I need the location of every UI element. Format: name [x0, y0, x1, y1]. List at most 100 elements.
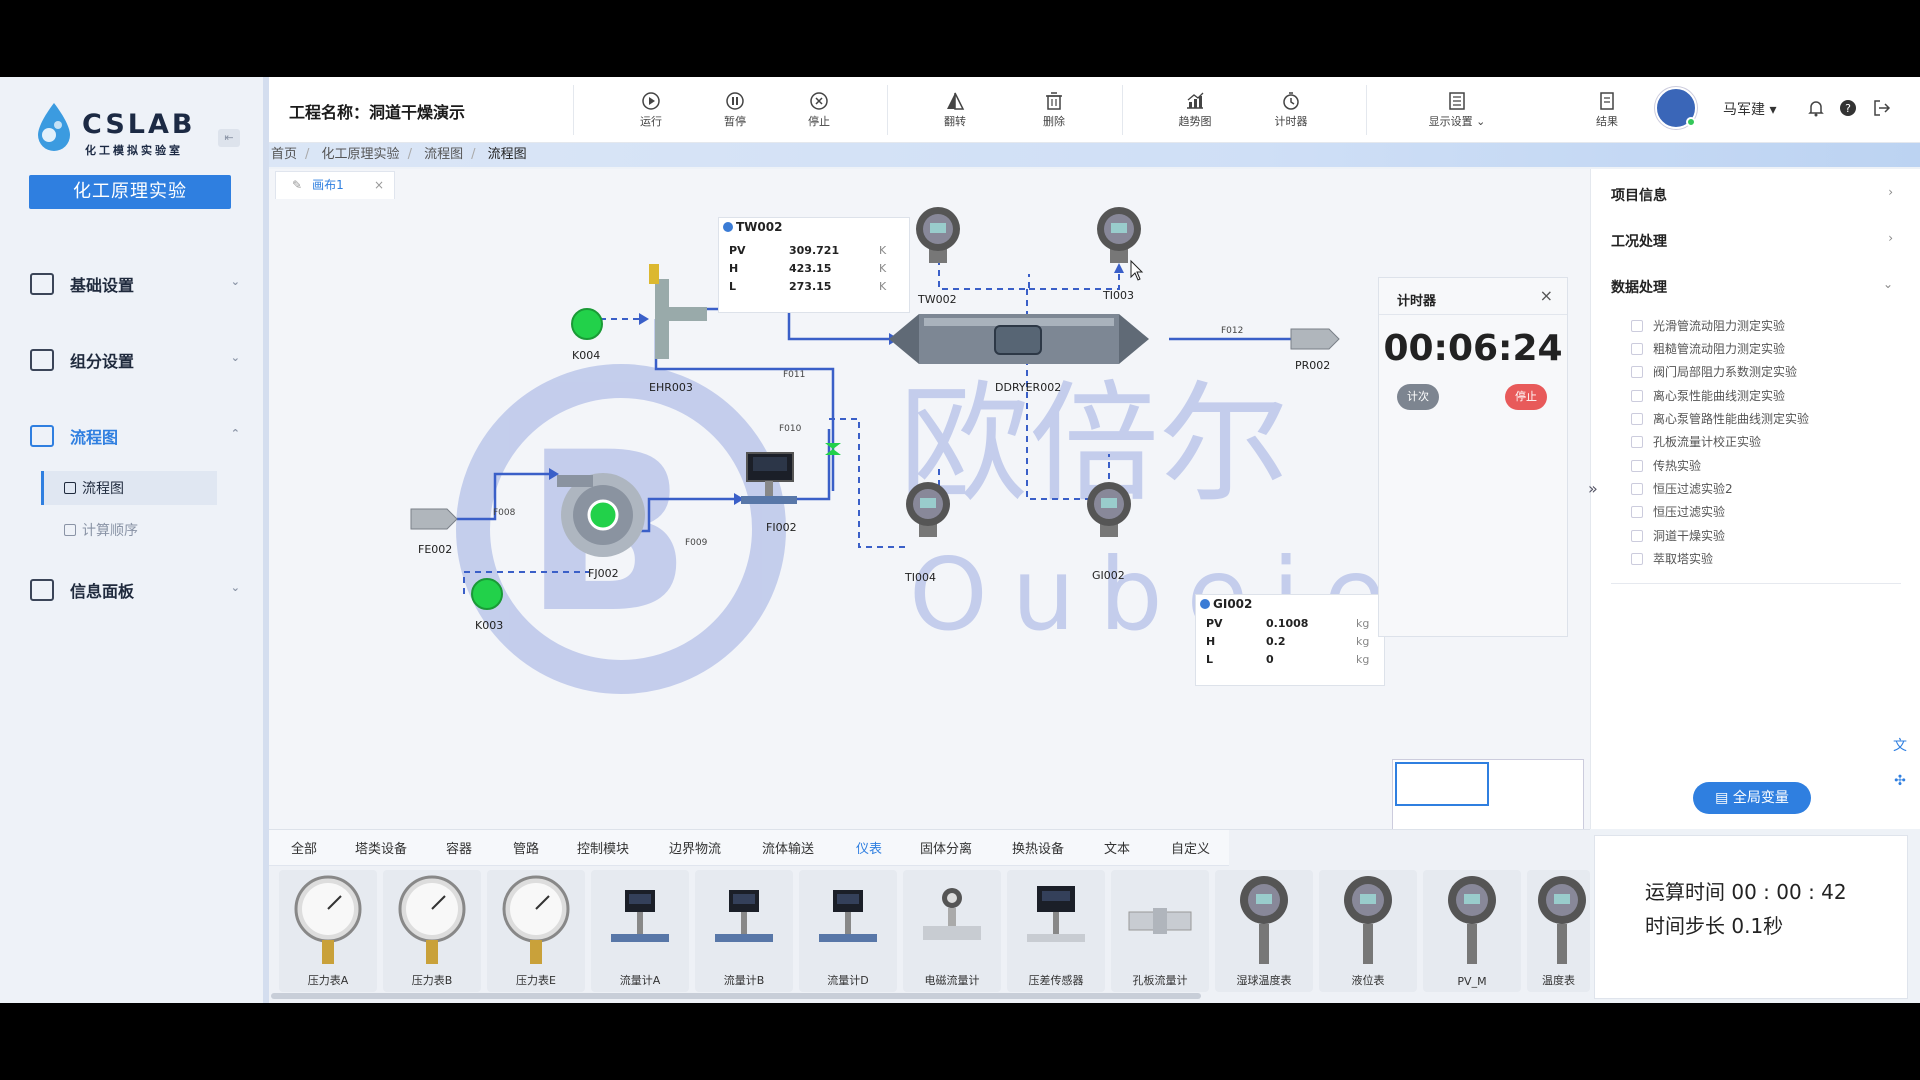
checkbox[interactable] [1631, 482, 1643, 495]
experiment-item[interactable]: 萃取塔实验 [1631, 550, 1713, 567]
global-variables-button[interactable]: ▤ 全局变量 [1693, 782, 1811, 814]
display-settings-button[interactable]: 显示设置 ⌄ [1421, 91, 1493, 129]
checkbox[interactable] [1631, 365, 1643, 378]
experiment-item[interactable]: 孔板流量计校正实验 [1631, 433, 1761, 450]
palette-tab[interactable]: 文本 [1104, 838, 1130, 857]
menu-basic-settings[interactable]: 基础设置 ⌄ [30, 269, 240, 299]
network-icon[interactable]: ✣ [1888, 773, 1912, 797]
chevron-down-icon: ⌄ [1472, 115, 1486, 128]
bell-icon[interactable] [1807, 99, 1825, 117]
palette-tab[interactable]: 流体输送 [762, 838, 814, 857]
lap-button[interactable]: 计次 [1397, 384, 1439, 410]
breadcrumb-item[interactable]: 流程图 [424, 147, 463, 162]
timer-stop-button[interactable]: 停止 [1505, 384, 1547, 410]
checkbox[interactable] [1631, 529, 1643, 542]
checkbox[interactable] [1631, 459, 1643, 472]
palette-tab[interactable]: 控制模块 [577, 838, 629, 857]
feed-fe002[interactable]: FE002 [410, 508, 458, 556]
checkbox[interactable] [1631, 319, 1643, 332]
checkbox[interactable] [1631, 505, 1643, 518]
section-project-info[interactable]: 项目信息 › [1611, 185, 1901, 205]
palette-item[interactable]: 压力表E [487, 870, 585, 992]
experiment-item[interactable]: 恒压过滤实验2 [1631, 480, 1733, 497]
pause-button[interactable]: 暂停 [705, 91, 765, 129]
checkbox[interactable] [1631, 412, 1643, 425]
palette-tab[interactable]: 管路 [513, 838, 539, 857]
palette-item[interactable]: 孔板流量计 [1111, 870, 1209, 992]
palette-item[interactable]: 流量计B [695, 870, 793, 992]
palette-item[interactable]: 流量计D [799, 870, 897, 992]
project-button[interactable]: 化工原理实验 [29, 175, 231, 209]
section-case-handling[interactable]: 工况处理 › [1611, 231, 1901, 251]
palette-item[interactable]: 液位表 [1319, 870, 1417, 992]
checkbox[interactable] [1631, 435, 1643, 448]
experiment-item[interactable]: 光滑管流动阻力测定实验 [1631, 317, 1785, 334]
palette-tab[interactable]: 换热设备 [1012, 838, 1064, 857]
palette-tab[interactable]: 全部 [291, 838, 317, 857]
menu-component-settings[interactable]: 组分设置 ⌄ [30, 345, 240, 375]
checkbox[interactable] [1631, 389, 1643, 402]
submenu-flowchart[interactable]: 流程图 [41, 471, 217, 505]
section-data-processing[interactable]: 数据处理 ⌄ [1611, 277, 1901, 297]
pressure-gauge-icon [398, 875, 466, 964]
close-icon[interactable]: × [1540, 286, 1553, 305]
palette-item[interactable]: 压力表B [383, 870, 481, 992]
flip-button[interactable]: 翻转 [925, 91, 985, 129]
valve[interactable] [825, 443, 841, 455]
product-pr002[interactable]: PR002 [1290, 328, 1340, 372]
pause-icon [726, 92, 744, 110]
delete-button[interactable]: 删除 [1024, 91, 1084, 129]
switch-k004[interactable]: K004 [571, 308, 603, 362]
palette-item[interactable]: 压差传感器 [1007, 870, 1105, 992]
submenu-calc-order[interactable]: 计算顺序 [44, 513, 220, 547]
transmitter-tw002[interactable]: TW002 [916, 207, 960, 306]
info-card-tw002[interactable]: TW002 PV 309.721 K H 423.15 K L 273.15 K [718, 217, 910, 313]
palette-tab[interactable]: 塔类设备 [355, 838, 407, 857]
trend-button[interactable]: 趋势图 [1165, 91, 1225, 129]
user-name[interactable]: 马军建 ▾ [1723, 99, 1776, 119]
palette-tab[interactable]: 自定义 [1171, 838, 1210, 857]
palette-item[interactable]: 温度表 [1527, 870, 1590, 992]
logout-icon[interactable] [1873, 99, 1891, 117]
timer-button[interactable]: 计时器 [1261, 91, 1321, 129]
breadcrumb-item[interactable]: 首页 [271, 147, 297, 162]
trash-icon [1046, 92, 1062, 110]
palette-scrollbar[interactable] [271, 993, 1201, 999]
person-icon [30, 273, 54, 295]
breadcrumb-item[interactable]: 化工原理实验 [322, 147, 400, 162]
experiment-item[interactable]: 粗糙管流动阻力测定实验 [1631, 340, 1785, 357]
result-button[interactable]: 结果 [1577, 91, 1637, 129]
palette-item[interactable]: PV_M [1423, 870, 1521, 992]
info-card-gi002[interactable]: GI002 PV 0.1008 kg H 0.2 kg L 0 kg [1195, 594, 1385, 686]
flowchart-icon [30, 425, 54, 447]
stop-button[interactable]: 停止 [789, 91, 849, 129]
checkbox[interactable] [1631, 552, 1643, 565]
chevron-down-icon: ⌄ [230, 275, 240, 288]
palette-item[interactable]: 电磁流量计 [903, 870, 1001, 992]
help-icon[interactable]: ? [1839, 99, 1857, 117]
run-button[interactable]: 运行 [621, 91, 681, 129]
translate-icon[interactable]: 文 [1888, 735, 1912, 759]
experiment-item[interactable]: 离心泵管路性能曲线测定实验 [1631, 410, 1809, 427]
menu-info-panel[interactable]: 信息面板 ⌄ [30, 575, 240, 605]
checkbox[interactable] [1631, 342, 1643, 355]
expand-panel-icon[interactable]: » [1588, 479, 1606, 503]
minimap-viewport[interactable] [1395, 762, 1489, 806]
experiment-item[interactable]: 恒压过滤实验 [1631, 503, 1725, 520]
palette-tab-active[interactable]: 仪表 [856, 838, 882, 857]
menu-flowchart[interactable]: 流程图 ⌃ [30, 421, 240, 451]
avatar[interactable] [1655, 87, 1697, 129]
stream-label: F008 [493, 508, 516, 518]
palette-tab[interactable]: 容器 [446, 838, 472, 857]
palette-item[interactable]: 湿球温度表 [1215, 870, 1313, 992]
timer-value: 00:06:24 [1383, 328, 1563, 369]
palette-item[interactable]: 压力表A [279, 870, 377, 992]
palette-item[interactable]: 流量计A [591, 870, 689, 992]
palette-tab[interactable]: 固体分离 [920, 838, 972, 857]
experiment-item[interactable]: 阀门局部阻力系数测定实验 [1631, 363, 1797, 380]
palette-tab[interactable]: 边界物流 [669, 838, 721, 857]
experiment-item[interactable]: 洞道干燥实验 [1631, 527, 1725, 544]
experiment-item[interactable]: 离心泵性能曲线测定实验 [1631, 387, 1785, 404]
experiment-item[interactable]: 传热实验 [1631, 457, 1701, 474]
sidebar-collapse-button[interactable]: ⇤ [218, 129, 240, 147]
